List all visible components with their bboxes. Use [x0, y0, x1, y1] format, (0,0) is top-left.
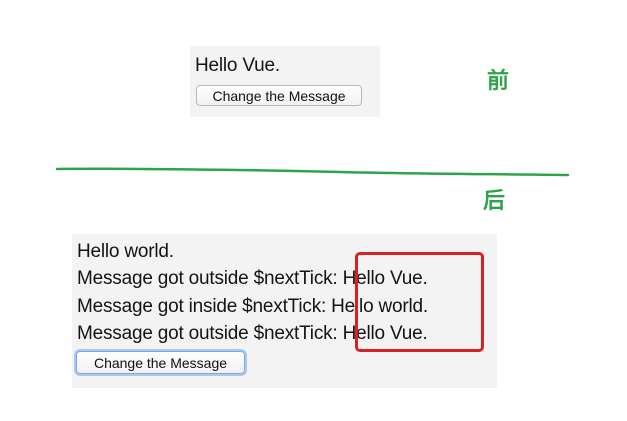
after-label: 后 [483, 189, 506, 214]
change-message-button-after[interactable]: Change the Message [76, 351, 245, 374]
after-line-1: Hello world. [77, 241, 174, 262]
highlight-box [355, 252, 484, 352]
